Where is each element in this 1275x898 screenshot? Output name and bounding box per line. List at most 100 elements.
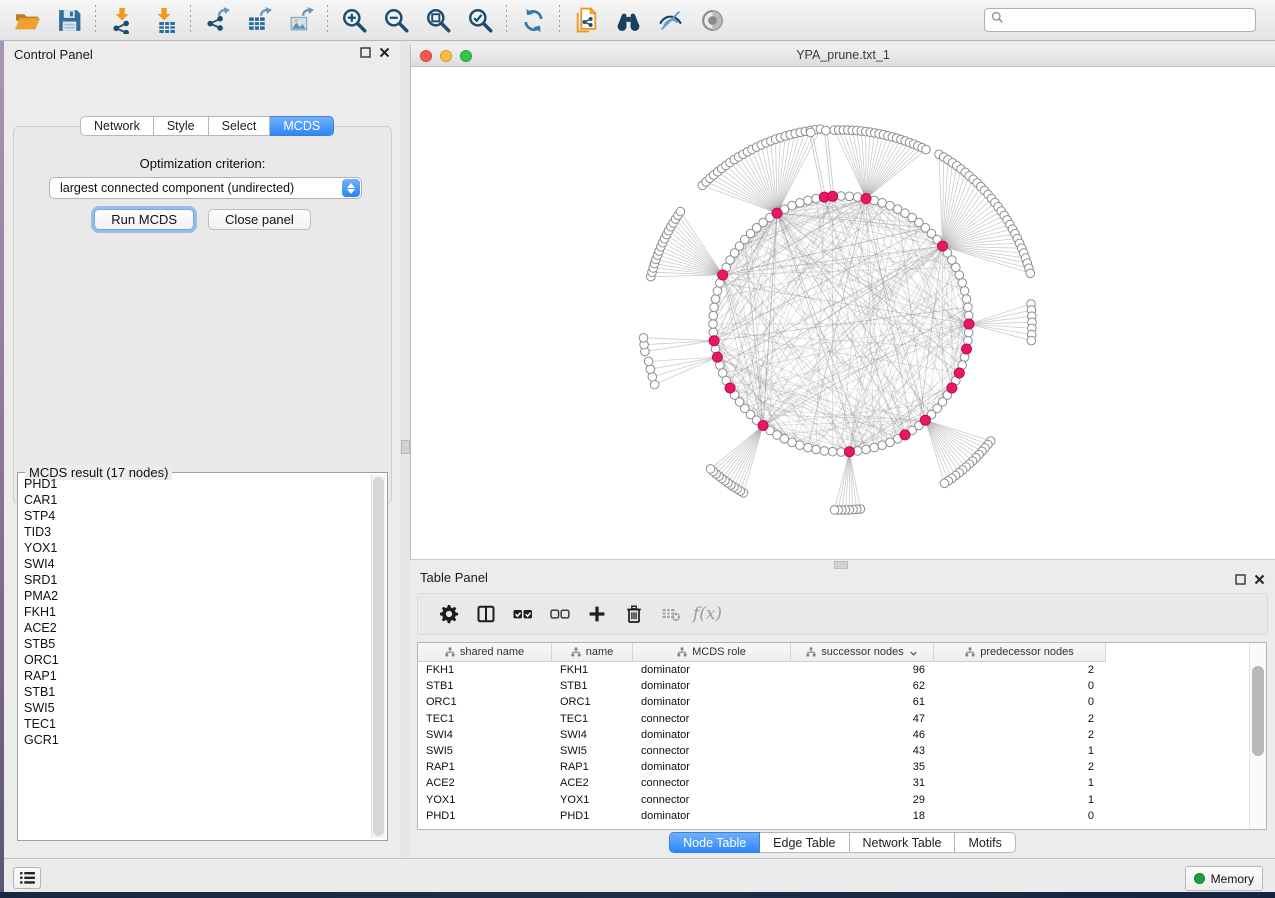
table-row[interactable]: ORC1ORC1dominator610	[418, 694, 1249, 710]
ring-node[interactable]	[862, 445, 871, 454]
close-table-panel-icon[interactable]	[1254, 574, 1265, 585]
ring-node[interactable]	[886, 438, 895, 447]
mcds-result-item[interactable]: ACE2	[20, 620, 370, 636]
ring-node[interactable]	[962, 295, 971, 304]
mcds-node[interactable]	[712, 352, 722, 362]
leaf-node[interactable]	[644, 357, 653, 366]
table-scrollbar-thumb[interactable]	[1252, 666, 1264, 756]
mcds-result-item[interactable]: FKH1	[20, 604, 370, 620]
table-row[interactable]: SWI5SWI5connector431	[418, 743, 1249, 759]
mcds-node[interactable]	[954, 368, 964, 378]
leaf-node[interactable]	[830, 506, 839, 515]
table-row[interactable]: STB1STB1dominator620	[418, 678, 1249, 694]
tab-edge-table[interactable]: Edge Table	[760, 832, 849, 853]
ring-node[interactable]	[870, 443, 879, 452]
panel-columns-icon[interactable]	[467, 598, 504, 630]
mcds-node[interactable]	[725, 383, 735, 393]
mcds-result-item[interactable]: SWI5	[20, 700, 370, 716]
vertical-splitter[interactable]	[400, 41, 410, 858]
ring-node[interactable]	[713, 287, 722, 296]
tab-network-table[interactable]: Network Table	[850, 832, 956, 853]
table-row[interactable]: RAP1RAP1dominator352	[418, 759, 1249, 775]
export-network-icon[interactable]	[196, 3, 238, 37]
zoom-in-icon[interactable]	[333, 3, 375, 37]
mcds-result-item[interactable]: CAR1	[20, 492, 370, 508]
mcds-result-item[interactable]: YOX1	[20, 540, 370, 556]
leaf-node[interactable]	[1027, 336, 1036, 345]
ring-node[interactable]	[845, 192, 854, 201]
ring-node[interactable]	[958, 279, 967, 288]
mcds-result-item[interactable]: STB5	[20, 636, 370, 652]
import-table-icon[interactable]	[143, 3, 185, 37]
ring-node[interactable]	[710, 303, 719, 312]
zoom-fit-icon[interactable]	[417, 3, 459, 37]
mcds-scrollbar-thumb[interactable]	[373, 477, 384, 836]
column-header-predecessor-nodes[interactable]: predecessor nodes	[934, 643, 1106, 662]
ring-node[interactable]	[960, 287, 969, 296]
tab-style[interactable]: Style	[154, 116, 209, 136]
ring-node[interactable]	[878, 199, 887, 208]
leaf-node[interactable]	[922, 145, 931, 154]
ring-node[interactable]	[796, 441, 805, 450]
table-row[interactable]: TEC1TEC1connector472	[418, 711, 1249, 727]
ring-node[interactable]	[718, 369, 727, 378]
mcds-list-scrollbar[interactable]	[371, 475, 385, 838]
ring-node[interactable]	[788, 201, 797, 210]
leaf-node[interactable]	[676, 207, 685, 216]
table-row[interactable]: YOX1YOX1connector291	[418, 792, 1249, 808]
mcds-result-item[interactable]: GCR1	[20, 732, 370, 748]
ring-node[interactable]	[812, 445, 821, 454]
tab-select[interactable]: Select	[209, 116, 271, 136]
float-table-panel-icon[interactable]	[1235, 574, 1246, 585]
ring-node[interactable]	[804, 443, 813, 452]
add-column-icon[interactable]	[578, 598, 615, 630]
tab-node-table[interactable]: Node Table	[669, 832, 760, 853]
zoom-window-icon[interactable]	[460, 50, 472, 62]
clone-network-icon[interactable]	[565, 3, 607, 37]
mcds-node[interactable]	[964, 319, 974, 329]
mcds-node[interactable]	[758, 421, 768, 431]
ring-node[interactable]	[964, 303, 973, 312]
leaf-node[interactable]	[639, 334, 648, 343]
zoom-out-icon[interactable]	[375, 3, 417, 37]
task-history-button[interactable]	[13, 867, 41, 889]
criterion-select[interactable]: largest connected component (undirected)	[49, 177, 362, 199]
zoom-selected-icon[interactable]	[459, 3, 501, 37]
ring-node[interactable]	[828, 447, 837, 456]
search-box[interactable]	[984, 8, 1256, 32]
ring-node[interactable]	[709, 311, 718, 320]
leaf-node[interactable]	[806, 128, 815, 137]
refresh-view-icon[interactable]	[512, 3, 554, 37]
mcds-node[interactable]	[772, 208, 782, 218]
memory-button[interactable]: Memory	[1185, 866, 1263, 891]
column-header-MCDS-role[interactable]: MCDS role	[633, 643, 791, 662]
mcds-node[interactable]	[962, 344, 972, 354]
column-header-shared-name[interactable]: shared name	[418, 643, 552, 662]
ring-node[interactable]	[709, 320, 718, 329]
table-row[interactable]: FKH1FKH1dominator962	[418, 662, 1249, 678]
import-network-icon[interactable]	[101, 3, 143, 37]
mcds-node[interactable]	[938, 241, 948, 251]
run-mcds-button[interactable]: Run MCDS	[94, 209, 194, 230]
ring-node[interactable]	[878, 441, 887, 450]
mcds-result-item[interactable]: TEC1	[20, 716, 370, 732]
mcds-result-item[interactable]: ORC1	[20, 652, 370, 668]
export-image-icon[interactable]	[280, 3, 322, 37]
table-row[interactable]: SWI4SWI4dominator462	[418, 727, 1249, 743]
tab-network[interactable]: Network	[80, 116, 154, 136]
ring-node[interactable]	[804, 196, 813, 205]
leaf-node[interactable]	[706, 465, 715, 474]
close-window-icon[interactable]	[420, 50, 432, 62]
table-row[interactable]: PHD1PHD1dominator180	[418, 808, 1249, 824]
mcds-node[interactable]	[709, 336, 719, 346]
mcds-node[interactable]	[947, 383, 957, 393]
gear-icon[interactable]	[430, 598, 467, 630]
ring-node[interactable]	[711, 295, 720, 304]
delete-column-icon[interactable]	[615, 598, 652, 630]
unselect-all-icon[interactable]	[541, 598, 578, 630]
mcds-result-item[interactable]: PMA2	[20, 588, 370, 604]
mcds-node[interactable]	[861, 194, 871, 204]
mcds-result-item[interactable]: PHD1	[20, 476, 370, 492]
save-session-icon[interactable]	[48, 3, 90, 37]
close-panel-button[interactable]: Close panel	[208, 209, 311, 230]
